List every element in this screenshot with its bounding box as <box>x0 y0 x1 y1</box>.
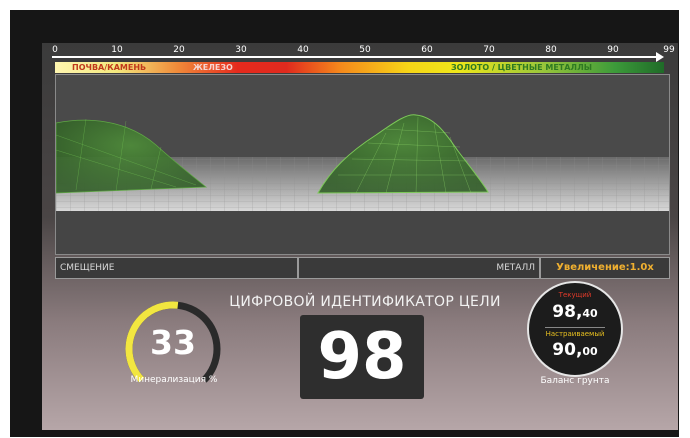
id-ruler: 0 10 20 30 40 50 60 70 80 90 99 <box>42 43 678 62</box>
ruler-tick: 50 <box>359 45 371 55</box>
ground-balance-label: Баланс грунта <box>540 376 610 386</box>
zoom-indicator[interactable]: Увеличение:1.0x <box>540 257 670 279</box>
ruler-line <box>52 56 658 58</box>
ruler-tick: 60 <box>421 45 433 55</box>
gb-tracked-label: Настраиваемый <box>545 330 605 338</box>
target-scale-bar: ПОЧВА/КАМЕНЬ ЖЕЛЕЗО ЗОЛОТО / ЦВЕТНЫЕ МЕТ… <box>55 62 664 73</box>
zoom-label: Увеличение:1.0x <box>556 262 654 273</box>
metal-cell: МЕТАЛЛ <box>298 257 540 279</box>
mineralization-value: 33 <box>150 323 196 362</box>
mineralization-label: Минерализация % <box>130 375 218 385</box>
metal-label: МЕТАЛЛ <box>496 263 535 273</box>
ruler-tick: 30 <box>235 45 247 55</box>
offset-label: СМЕЩЕНИЕ <box>60 263 115 273</box>
gb-current-int: 98, <box>552 302 583 322</box>
3d-signal-graphic <box>56 75 669 254</box>
3d-signal-view <box>55 74 670 255</box>
offset-cell: СМЕЩЕНИЕ <box>55 257 298 279</box>
ruler-tick: 10 <box>111 45 123 55</box>
gb-current-dec: 40 <box>582 307 598 320</box>
ruler-tick: 80 <box>545 45 557 55</box>
target-id-display: 98 <box>300 315 424 399</box>
target-id-title: ЦИФРОВОЙ ИДЕНТИФИКАТОР ЦЕЛИ <box>229 294 501 310</box>
status-bar: СМЕЩЕНИЕ МЕТАЛЛ Увеличение:1.0x <box>55 257 670 279</box>
scale-label-iron: ЖЕЛЕЗО <box>193 63 233 72</box>
ruler-tick: 99 <box>663 45 675 55</box>
ruler-tick: 20 <box>173 45 185 55</box>
gb-tracked-int: 90, <box>552 340 583 360</box>
scale-label-gold: ЗОЛОТО / ЦВЕТНЫЕ МЕТАЛЛЫ <box>451 63 593 72</box>
gb-divider <box>545 327 605 328</box>
gb-current-value: 98,40 <box>527 302 623 322</box>
ruler-tick: 0 <box>52 45 58 55</box>
detector-screen: 0 10 20 30 40 50 60 70 80 90 99 ПОЧВА/КА… <box>42 43 678 430</box>
ruler-tick: 70 <box>483 45 495 55</box>
gb-current-label: Текущий <box>558 291 592 299</box>
device-frame: 0 10 20 30 40 50 60 70 80 90 99 ПОЧВА/КА… <box>10 10 679 437</box>
ruler-tick: 90 <box>607 45 619 55</box>
target-id-value: 98 <box>317 320 407 394</box>
gb-tracked-dec: 00 <box>582 345 598 358</box>
scale-label-soil: ПОЧВА/КАМЕНЬ <box>72 63 147 72</box>
ruler-tick: 40 <box>297 45 309 55</box>
gb-tracked-value: 90,00 <box>527 340 623 360</box>
